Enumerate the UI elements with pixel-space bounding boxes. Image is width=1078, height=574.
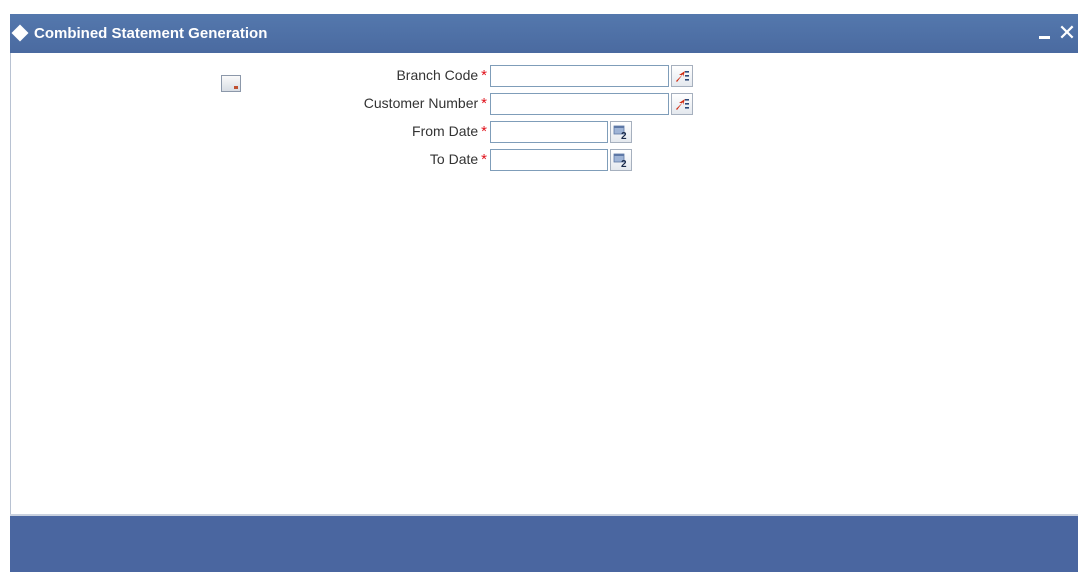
- calendar-icon[interactable]: 2: [610, 121, 632, 143]
- diamond-icon: [11, 24, 29, 42]
- lov-icon-graphic: [676, 71, 689, 82]
- from-date-input[interactable]: [490, 121, 608, 143]
- minimize-icon[interactable]: [1036, 27, 1054, 43]
- to-date-label-cell: To Date *: [11, 149, 487, 171]
- to-date-label: To Date *: [430, 151, 487, 168]
- customer-number-label-text: Customer Number: [363, 95, 479, 111]
- customer-number-label-cell: Customer Number *: [11, 93, 487, 115]
- from-date-label-text: From Date: [412, 123, 479, 139]
- customer-number-input[interactable]: [490, 93, 669, 115]
- list-of-values-icon[interactable]: [671, 93, 693, 115]
- footer-bar: [10, 514, 1078, 572]
- customer-number-label: Customer Number *: [364, 95, 487, 112]
- statement-window: Combined Statement Generation ✕ Branch C…: [10, 14, 1078, 572]
- to-date-input[interactable]: [490, 149, 608, 171]
- svg-text:2: 2: [621, 159, 627, 168]
- from-date-label: From Date *: [412, 123, 487, 140]
- form-area: Branch Code * Customer Number * From Dat…: [10, 53, 1078, 516]
- from-date-label-cell: From Date *: [11, 121, 487, 143]
- required-mark: *: [481, 67, 487, 84]
- branch-code-label: Branch Code *: [396, 67, 487, 84]
- calendar-icon[interactable]: 2: [610, 149, 632, 171]
- required-mark: *: [481, 95, 487, 112]
- lov-icon-graphic: [676, 99, 689, 110]
- calendar-icon-graphic: 2: [613, 125, 627, 140]
- svg-text:2: 2: [621, 131, 627, 140]
- window-title: Combined Statement Generation: [34, 25, 268, 42]
- required-mark: *: [481, 123, 487, 140]
- list-of-values-icon[interactable]: [671, 65, 693, 87]
- to-date-label-text: To Date: [429, 151, 479, 167]
- close-icon[interactable]: ✕: [1056, 22, 1078, 44]
- branch-code-label-cell: Branch Code *: [11, 65, 487, 87]
- branch-code-label-text: Branch Code: [396, 67, 479, 83]
- required-mark: *: [481, 151, 487, 168]
- branch-code-input[interactable]: [490, 65, 669, 87]
- title-bar: Combined Statement Generation ✕: [10, 14, 1078, 53]
- calendar-icon-graphic: 2: [613, 153, 627, 168]
